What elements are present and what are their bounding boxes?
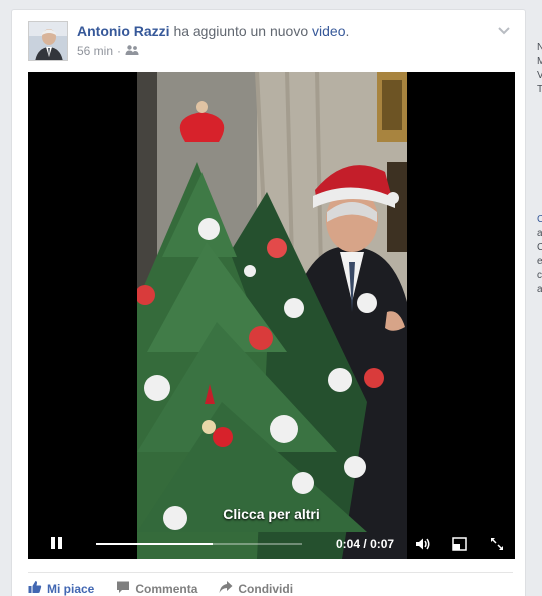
- video-link[interactable]: video: [312, 23, 345, 39]
- action-text: ha aggiunto un nuovo: [173, 23, 309, 39]
- share-label: Condividi: [238, 581, 294, 596]
- sidebar-fragment: c: [537, 270, 542, 281]
- time-display: 0:04 / 0:07: [336, 537, 394, 551]
- sidebar-fragment: C: [537, 242, 542, 253]
- time-current: 0:04: [336, 537, 361, 551]
- picture-in-picture-icon[interactable]: [452, 536, 468, 552]
- sidebar-fragment: a: [537, 228, 542, 239]
- meta-separator: ·: [117, 44, 122, 58]
- author-avatar[interactable]: [28, 21, 68, 61]
- sidebar-fragment: N: [537, 42, 542, 53]
- like-button[interactable]: Mi piace: [28, 580, 94, 596]
- time-total: 0:07: [370, 537, 395, 551]
- video-controls: 0:04 / 0:07: [28, 529, 515, 559]
- thumbs-up-icon: [28, 580, 42, 596]
- video-frame: [132, 72, 407, 559]
- pause-icon[interactable]: [50, 537, 64, 551]
- progress-fill: [96, 543, 214, 545]
- author-line: Antonio Razzi ha aggiunto un nuovo video…: [77, 23, 349, 39]
- author-name[interactable]: Antonio Razzi: [77, 23, 170, 39]
- right-sidebar-fragment: N M V T C a C e c a: [537, 0, 542, 596]
- comment-label: Commenta: [135, 581, 198, 596]
- time-separator: /: [363, 537, 367, 551]
- like-label: Mi piace: [47, 581, 95, 596]
- sidebar-fragment: V: [537, 70, 542, 81]
- sidebar-fragment: a: [537, 284, 542, 295]
- friends-icon[interactable]: [125, 44, 139, 58]
- more-videos-cta[interactable]: Clicca per altri: [28, 506, 515, 522]
- sidebar-fragment: T: [537, 84, 542, 95]
- post-actions: Mi piace Commenta Condividi: [28, 572, 513, 596]
- sidebar-fragment: C: [537, 214, 542, 225]
- action-suffix: .: [345, 23, 350, 39]
- post-timestamp[interactable]: 56 min: [77, 44, 113, 58]
- share-icon: [219, 580, 233, 596]
- fullscreen-icon[interactable]: [489, 536, 505, 552]
- share-button[interactable]: Condividi: [219, 580, 293, 596]
- chevron-down-icon[interactable]: [495, 23, 513, 39]
- volume-icon[interactable]: [415, 536, 431, 552]
- sidebar-fragment: M: [537, 56, 542, 67]
- progress-bar[interactable]: [96, 543, 302, 545]
- comment-button[interactable]: Commenta: [116, 580, 197, 596]
- sidebar-fragment: e: [537, 256, 542, 267]
- comment-icon: [116, 580, 130, 596]
- feed-post: Antonio Razzi ha aggiunto un nuovo video…: [11, 9, 526, 596]
- post-meta: 56 min ·: [77, 44, 139, 58]
- video-player[interactable]: Clicca per altri 0:04 / 0:07: [28, 72, 515, 559]
- post-header: Antonio Razzi ha aggiunto un nuovo video…: [28, 21, 513, 65]
